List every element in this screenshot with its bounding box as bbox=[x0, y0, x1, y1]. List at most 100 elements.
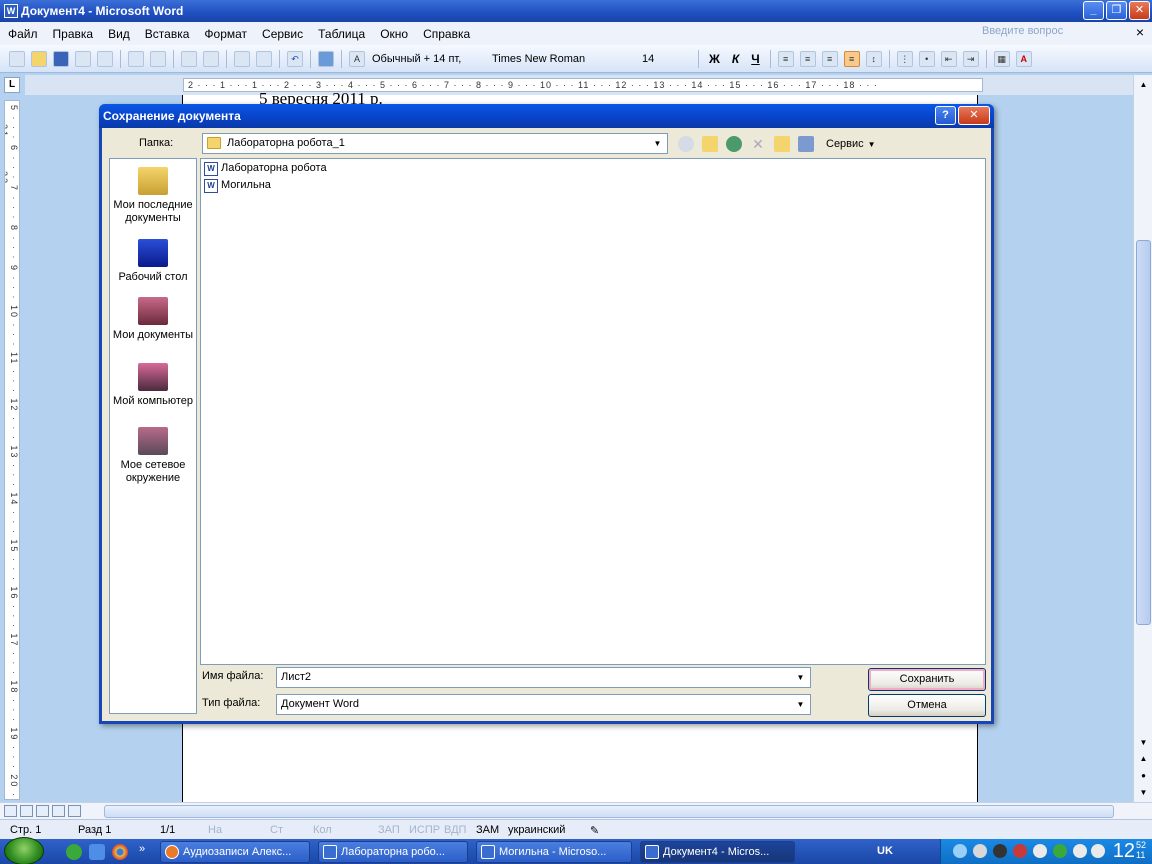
font-combo[interactable]: Times New Roman bbox=[488, 50, 638, 68]
copy-icon[interactable] bbox=[234, 50, 250, 67]
font-size-combo[interactable]: 14 bbox=[638, 50, 694, 68]
permission-icon[interactable] bbox=[75, 50, 91, 67]
maximize-button[interactable]: ❐ bbox=[1106, 1, 1127, 20]
utorrent-icon[interactable] bbox=[66, 844, 82, 860]
vertical-ruler[interactable]: 5 · · · 6 · · · 7 · · · 8 · · · 9 · · · … bbox=[4, 100, 20, 800]
taskbar-task[interactable]: Лабораторна робо... bbox=[318, 841, 468, 863]
chevron-down-icon[interactable]: ▼ bbox=[792, 669, 809, 686]
tab-selector[interactable]: L bbox=[4, 77, 20, 93]
spelling-icon[interactable] bbox=[181, 50, 197, 67]
align-center-icon[interactable]: ≡ bbox=[799, 50, 816, 67]
next-page-icon[interactable]: ▼ bbox=[1136, 785, 1151, 800]
horizontal-ruler[interactable]: 2 · · · 1 · · · 1 · · · 2 · · · 3 · · · … bbox=[25, 75, 1133, 95]
research-icon[interactable] bbox=[203, 50, 219, 67]
numbering-icon[interactable]: ⋮ bbox=[896, 50, 913, 67]
speaker-icon[interactable] bbox=[1091, 844, 1105, 858]
close-button[interactable]: ✕ bbox=[1129, 1, 1150, 20]
spelling-status-icon[interactable]: ✎ bbox=[590, 824, 599, 837]
decrease-indent-icon[interactable]: ⇤ bbox=[940, 50, 957, 67]
clock[interactable]: 1252 11 bbox=[1113, 840, 1146, 863]
menu-edit[interactable]: Правка bbox=[53, 27, 94, 41]
settings-icon[interactable] bbox=[973, 844, 987, 858]
horizontal-scroll-track[interactable] bbox=[104, 805, 1114, 818]
views-icon[interactable] bbox=[798, 136, 814, 152]
hyperlink-icon[interactable] bbox=[318, 50, 334, 67]
browse-object-icon[interactable]: ● bbox=[1136, 768, 1151, 783]
file-list[interactable]: W Лабораторна робота W Могильна bbox=[200, 158, 986, 665]
menu-file[interactable]: Файл bbox=[8, 27, 38, 41]
save-button[interactable]: Сохранить bbox=[868, 668, 986, 691]
undo-icon[interactable]: ↶ bbox=[287, 50, 303, 67]
increase-indent-icon[interactable]: ⇥ bbox=[962, 50, 979, 67]
paste-icon[interactable] bbox=[256, 50, 272, 67]
reading-view-icon[interactable] bbox=[68, 805, 81, 817]
start-button[interactable] bbox=[4, 837, 44, 864]
status-ext[interactable]: ВДП bbox=[444, 824, 466, 836]
italic-button[interactable]: К bbox=[732, 52, 739, 66]
justify-icon[interactable]: ≡ bbox=[843, 50, 860, 67]
place-my-computer[interactable]: Мой компьютер bbox=[110, 363, 196, 408]
status-rec[interactable]: ЗАП bbox=[378, 824, 400, 836]
outline-view-icon[interactable] bbox=[52, 805, 65, 817]
vertical-scrollbar[interactable]: ▲ ▼ ▲ ● ▼ bbox=[1133, 75, 1152, 802]
place-desktop[interactable]: Рабочий стол bbox=[110, 239, 196, 284]
taskbar-task-active[interactable]: Документ4 - Micros... bbox=[640, 841, 795, 863]
menu-format[interactable]: Формат bbox=[204, 27, 247, 41]
print-layout-icon[interactable] bbox=[36, 805, 49, 817]
word-app-icon[interactable]: W bbox=[4, 4, 18, 18]
ask-question-box[interactable]: Введите вопрос bbox=[982, 25, 1112, 37]
menu-insert[interactable]: Вставка bbox=[145, 27, 190, 41]
font-color-icon[interactable]: A bbox=[1015, 50, 1032, 67]
print-icon[interactable] bbox=[128, 50, 144, 67]
web-view-icon[interactable] bbox=[20, 805, 33, 817]
scroll-up-arrow[interactable]: ▲ bbox=[1136, 77, 1151, 92]
place-network[interactable]: Мое сетевое окружение bbox=[110, 427, 196, 485]
shield-icon[interactable] bbox=[1013, 844, 1027, 858]
place-recent[interactable]: Мои последние документы bbox=[110, 167, 196, 225]
delete-icon[interactable]: ✕ bbox=[750, 136, 766, 152]
filename-input[interactable]: Лист2 ▼ bbox=[276, 667, 811, 688]
scroll-down-arrow[interactable]: ▼ bbox=[1136, 735, 1151, 750]
new-document-icon[interactable] bbox=[9, 50, 25, 67]
up-folder-icon[interactable] bbox=[702, 136, 718, 152]
minimize-button[interactable]: _ bbox=[1083, 1, 1104, 20]
status-trk[interactable]: ИСПР bbox=[409, 824, 440, 836]
taskbar-more-icon[interactable]: » bbox=[139, 843, 145, 855]
taskbar-task[interactable]: Аудиозаписи Алекс... bbox=[160, 841, 310, 863]
filetype-select[interactable]: Документ Word ▼ bbox=[276, 694, 811, 715]
vertical-scroll-thumb[interactable] bbox=[1136, 240, 1151, 625]
launcher-icon[interactable] bbox=[89, 844, 105, 860]
language-indicator[interactable]: UK bbox=[877, 845, 893, 857]
new-folder-icon[interactable] bbox=[774, 136, 790, 152]
status-ovr[interactable]: ЗАМ bbox=[476, 824, 499, 836]
status-language[interactable]: украинский bbox=[508, 824, 565, 836]
file-item[interactable]: W Лабораторна робота bbox=[204, 161, 327, 176]
network-icon[interactable] bbox=[953, 844, 967, 858]
antivirus-icon[interactable] bbox=[993, 844, 1007, 858]
borders-icon[interactable]: ▦ bbox=[993, 50, 1010, 67]
menu-tools[interactable]: Сервис bbox=[262, 27, 303, 41]
bold-button[interactable]: Ж bbox=[709, 52, 720, 66]
underline-button[interactable]: Ч bbox=[751, 52, 759, 66]
dialog-close-button[interactable]: ✕ bbox=[958, 106, 990, 125]
chevron-down-icon[interactable]: ▼ bbox=[649, 135, 666, 152]
style-combo[interactable]: Обычный + 14 пт, bbox=[368, 50, 488, 68]
tools-chevron-icon[interactable]: ▼ bbox=[868, 140, 876, 149]
open-icon[interactable] bbox=[31, 50, 47, 67]
cancel-button[interactable]: Отмена bbox=[868, 694, 986, 717]
menu-view[interactable]: Вид bbox=[108, 27, 130, 41]
save-icon[interactable] bbox=[53, 50, 69, 67]
tools-menu[interactable]: Сервис bbox=[826, 138, 864, 150]
bullets-icon[interactable]: • bbox=[918, 50, 935, 67]
menu-window[interactable]: Окно bbox=[380, 27, 408, 41]
menu-help[interactable]: Справка bbox=[423, 27, 470, 41]
align-left-icon[interactable]: ≡ bbox=[777, 50, 794, 67]
search-web-icon[interactable] bbox=[726, 136, 742, 152]
chrome-icon[interactable] bbox=[112, 844, 128, 860]
print-preview-icon[interactable] bbox=[150, 50, 166, 67]
help-button[interactable]: ? bbox=[935, 106, 956, 125]
volume-icon[interactable] bbox=[1033, 844, 1047, 858]
place-my-documents[interactable]: Мои документы bbox=[110, 297, 196, 342]
align-right-icon[interactable]: ≡ bbox=[821, 50, 838, 67]
taskbar-task[interactable]: Могильна - Microso... bbox=[476, 841, 632, 863]
